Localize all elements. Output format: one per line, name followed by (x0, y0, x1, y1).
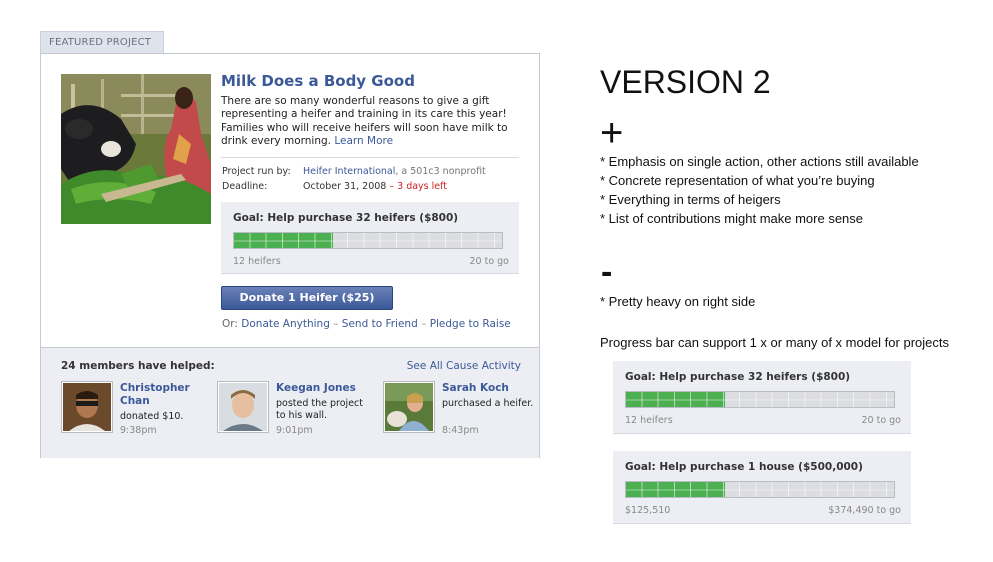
progress-bar (233, 232, 503, 249)
member-action: posted the project to his wall. (276, 398, 363, 421)
pledge-to-raise-link[interactable]: Pledge to Raise (430, 318, 511, 330)
member-name[interactable]: Keegan Jones (276, 382, 364, 395)
divider (221, 157, 519, 158)
project-photo (61, 74, 211, 224)
separator: – (329, 318, 342, 330)
member-time: 8:43pm (442, 425, 479, 436)
example-progress-box: Goal: Help purchase 32 heifers ($800) 12… (613, 361, 911, 434)
goal-current: 12 heifers (625, 415, 673, 426)
separator: – (417, 318, 430, 330)
member-item: Christopher Chan donated $10. 9:38pm (61, 381, 211, 441)
avatar[interactable] (383, 381, 435, 433)
member-action: purchased a heifer. (442, 398, 534, 409)
member-time: 9:01pm (276, 425, 313, 436)
progress-cells (626, 392, 894, 407)
member-name[interactable]: Christopher Chan (120, 382, 208, 408)
deadline-separator: – (386, 181, 398, 192)
member-item: Sarah Koch purchased a heifer. 8:43pm (383, 381, 533, 441)
goal-current: 12 heifers (233, 256, 281, 267)
progress-cells (234, 233, 502, 248)
deadline-label: Deadline: (222, 181, 268, 192)
progress-cells (626, 482, 894, 497)
project-run-by-value: Heifer International, a 501c3 nonprofit (303, 166, 486, 177)
member-item: Keegan Jones posted the project to his w… (217, 381, 367, 441)
project-run-by-label: Project run by: (222, 166, 291, 177)
or-label: Or: (222, 318, 238, 330)
goal-progress-box: Goal: Help purchase 32 heifers ($800) 12… (221, 202, 519, 274)
goal-remaining: 20 to go (861, 415, 901, 426)
deadline-date: October 31, 2008 (303, 181, 387, 192)
avatar[interactable] (61, 381, 113, 433)
progress-bar-note: Progress bar can support 1 x or many of … (600, 335, 949, 350)
goal-remaining: $374,490 to go (828, 505, 901, 516)
donate-anything-link[interactable]: Donate Anything (241, 318, 330, 330)
plus-symbol: + (600, 111, 624, 155)
pro-note: * List of contributions might make more … (600, 211, 864, 226)
members-panel: 24 members have helped: See All Cause Ac… (41, 347, 539, 458)
org-link[interactable]: Heifer International (303, 166, 395, 177)
secondary-actions: Or: Donate Anything – Send to Friend – P… (222, 318, 511, 330)
goal-title: Goal: Help purchase 32 heifers ($800) (233, 212, 459, 224)
donate-button[interactable]: Donate 1 Heifer ($25) (221, 286, 393, 310)
version-heading: VERSION 2 (600, 64, 771, 100)
member-action: donated $10. (120, 411, 184, 422)
members-count: 24 members have helped: (61, 360, 215, 372)
goal-title: Goal: Help purchase 32 heifers ($800) (625, 371, 851, 383)
project-title[interactable]: Milk Does a Body Good (221, 72, 415, 90)
member-time: 9:38pm (120, 425, 157, 436)
pro-note: * Concrete representation of what you’re… (600, 173, 875, 188)
featured-project-tab: FEATURED PROJECT (40, 31, 164, 54)
see-all-cause-activity-link[interactable]: See All Cause Activity (407, 360, 521, 372)
org-suffix: , a 501c3 nonprofit (395, 166, 486, 177)
featured-project-card: Milk Does a Body Good There are so many … (40, 53, 540, 458)
pro-note: * Everything in terms of heigers (600, 192, 781, 207)
project-description: There are so many wonderful reasons to g… (221, 95, 516, 148)
deadline-value: October 31, 2008 – 3 days left (303, 181, 447, 192)
pro-note: * Emphasis on single action, other actio… (600, 154, 919, 169)
avatar[interactable] (217, 381, 269, 433)
example-progress-box: Goal: Help purchase 1 house ($500,000) $… (613, 451, 911, 524)
goal-title: Goal: Help purchase 1 house ($500,000) (625, 461, 863, 473)
learn-more-link[interactable]: Learn More (334, 135, 393, 147)
days-left: 3 days left (397, 181, 448, 192)
progress-bar (625, 481, 895, 498)
con-note: * Pretty heavy on right side (600, 294, 756, 309)
minus-symbol: - (601, 253, 613, 291)
goal-remaining: 20 to go (469, 256, 509, 267)
member-name[interactable]: Sarah Koch (442, 382, 530, 395)
progress-bar (625, 391, 895, 408)
goal-current: $125,510 (625, 505, 671, 516)
send-to-friend-link[interactable]: Send to Friend (342, 318, 418, 330)
